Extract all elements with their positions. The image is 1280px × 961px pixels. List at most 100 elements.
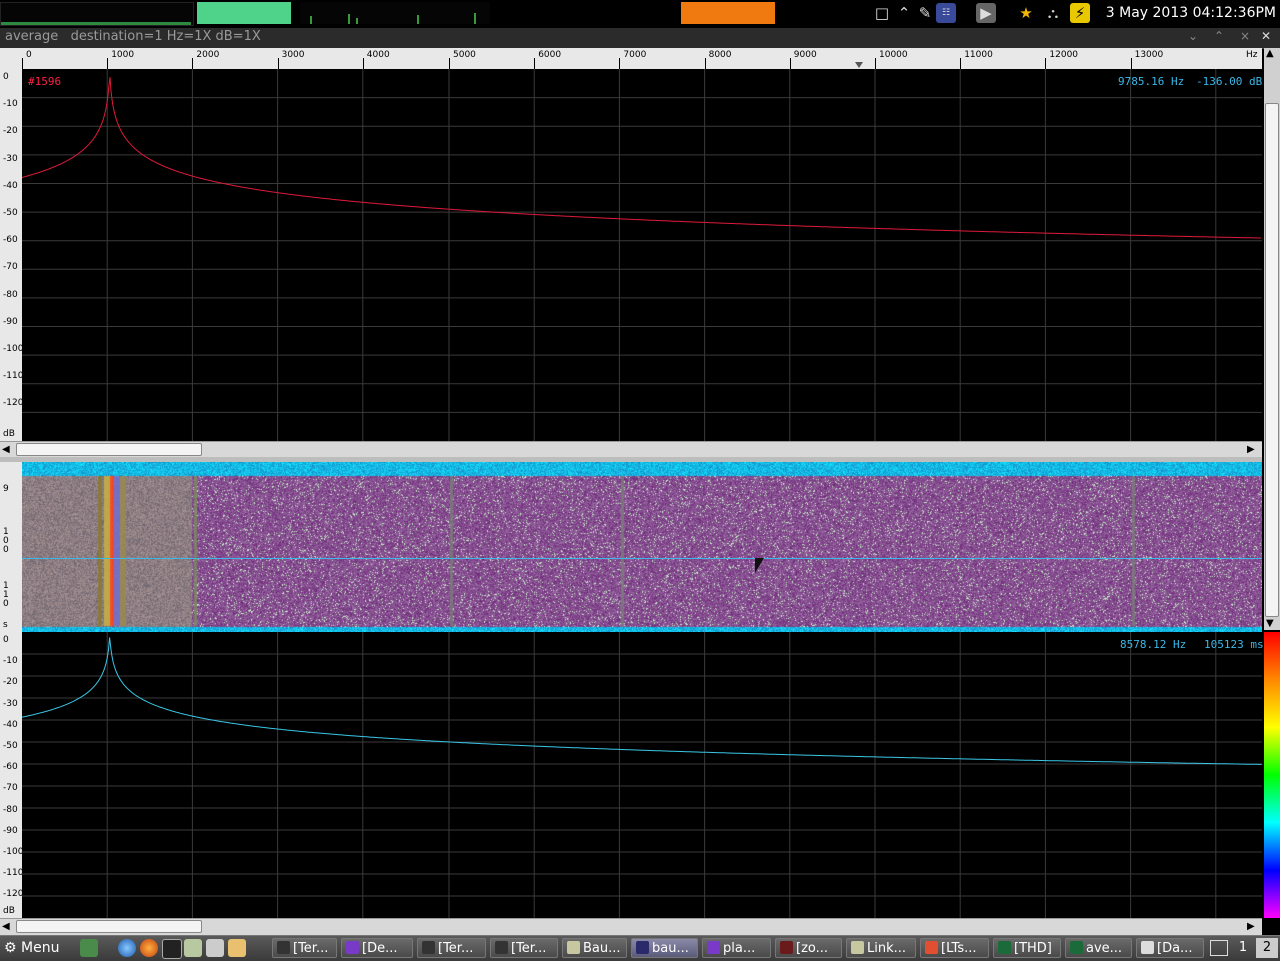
waterfall-canvas (22, 462, 1262, 632)
folder-icon[interactable] (184, 939, 202, 957)
scroll-left-arrow[interactable]: ◀ (2, 921, 10, 933)
show-desktop-icon[interactable] (1210, 940, 1228, 956)
cursor-time: 105123 ms (1204, 638, 1264, 651)
time-tick: 110 (3, 581, 9, 609)
menu-button[interactable]: ⚙ Menu (4, 938, 59, 958)
y-tick-label: -110 (3, 868, 24, 879)
y-tick-label: -80 (3, 804, 18, 815)
y-tick-label: -40 (3, 719, 18, 730)
y-tick-label: -30 (3, 698, 18, 709)
x-tick-mark (619, 58, 621, 69)
firefox-icon[interactable] (140, 939, 158, 957)
network-icon[interactable]: ☷ (936, 3, 956, 23)
scroll-thumb[interactable] (1265, 103, 1279, 617)
close-icon[interactable]: ✕ (1261, 29, 1271, 43)
taskbar-item[interactable]: Bau... (562, 938, 627, 958)
scroll-thumb-h[interactable] (16, 443, 202, 456)
taskbar-item[interactable]: [zo... (775, 938, 842, 958)
calculator-icon[interactable] (206, 939, 224, 957)
terminal-icon[interactable] (162, 939, 182, 959)
y-unit-label: dB (3, 429, 15, 439)
y-unit-label: s (3, 620, 8, 630)
globe-icon[interactable] (118, 939, 136, 957)
play-icon[interactable]: ▶ (976, 3, 996, 23)
taskbar-item[interactable]: [Ter... (272, 938, 337, 958)
taskbar-item[interactable]: Link... (846, 938, 916, 958)
y-tick-label: -10 (3, 656, 18, 667)
taskbar-item[interactable]: [Da... (1136, 938, 1204, 958)
clock[interactable]: 3 May 2013 04:12:36PM (1106, 5, 1276, 21)
chevron-up-icon[interactable]: ⌃ (894, 3, 914, 23)
scroll-right-arrow[interactable]: ▶ (1247, 444, 1255, 456)
pen-icon[interactable]: ✎ (915, 3, 935, 23)
taskbar-item-label: [Ter... (293, 941, 329, 956)
scroll-left-arrow[interactable]: ◀ (2, 444, 10, 456)
frequency-ruler: 0 1000 2000 3000 4000 5000 6000 7000 8000 9000 100… (0, 48, 1262, 69)
play-icon (346, 941, 359, 954)
x-tick-label: 9000 (793, 50, 817, 60)
cpu-graph (0, 2, 194, 26)
taskbar-item[interactable]: ave... (1065, 938, 1132, 958)
x-tick-label: 5000 (453, 50, 476, 60)
taskbar-item[interactable]: [Ter... (490, 938, 558, 958)
workspace-2[interactable]: 2 (1256, 938, 1278, 958)
scroll-down-arrow[interactable]: ▼ (1266, 618, 1274, 630)
taskbar-item[interactable]: [LTs... (920, 938, 989, 958)
spectrum-plot-top[interactable]: #1596 9785.16 Hz -136.00 dB (22, 69, 1262, 441)
taskbar-item[interactable]: pla... (702, 938, 771, 958)
taskbar-item[interactable]: [De... (341, 938, 413, 958)
trace-label: #1596 (28, 75, 62, 88)
star-icon[interactable]: ★ (1016, 3, 1036, 23)
taskbar-item[interactable]: [Ter... (417, 938, 486, 958)
x-unit-label: Hz (1246, 50, 1258, 60)
time-tick: 100 (3, 527, 9, 555)
load-indicator (681, 2, 775, 24)
x-tick-label: 2000 (196, 50, 220, 60)
scroll-thumb-h[interactable] (16, 920, 202, 933)
scroll-right-arrow[interactable]: ▶ (1247, 921, 1255, 933)
db-ruler-bottom: 0 -10 -20 -30 -40 -50 -60 -70 -80 -90 -100 -110 -120… (0, 632, 24, 918)
horizontal-scrollbar-top[interactable]: ◀ ▶ (0, 441, 1262, 458)
taskbar-item-label: [zo... (796, 941, 829, 956)
shield-icon[interactable]: ⛬ (1043, 3, 1063, 23)
y-tick-label: -110 (3, 371, 24, 382)
play-icon (707, 941, 720, 954)
taskbar-item-label: [LTs... (941, 941, 977, 956)
x-tick-label: 4000 (366, 50, 390, 60)
horizontal-scrollbar-bottom[interactable]: ◀ ▶ (0, 918, 1262, 935)
desktop-icon[interactable] (80, 939, 98, 957)
zotero-icon (780, 941, 793, 954)
y-tick-label: -120 (3, 398, 24, 409)
y-tick-label: -50 (3, 741, 18, 751)
x-tick-mark (704, 58, 706, 69)
power-icon[interactable]: ⚡ (1070, 3, 1090, 23)
window-titlebar[interactable]: average destination=1 Hz=1X dB=1X ⌄ ⌃ × … (0, 28, 1280, 49)
gear-icon: ⚙ (4, 940, 17, 956)
editor-icon[interactable] (228, 939, 246, 957)
spectrum-plot-bottom[interactable]: 8578.12 Hz 105123 ms (22, 632, 1264, 918)
taskbar-item-label: [Da... (1157, 941, 1193, 956)
browser-icon (925, 941, 938, 954)
waterfall-plot[interactable] (22, 462, 1262, 632)
scroll-up-arrow[interactable]: ▲ (1266, 48, 1274, 60)
x-tick-label: 1000 (111, 50, 135, 60)
taskbar-item[interactable]: [THD] (993, 938, 1061, 958)
x-tick-label: 13000 (1134, 50, 1164, 60)
minimize-icon[interactable]: × (1240, 29, 1250, 43)
x-tick-label: 12000 (1049, 50, 1079, 60)
taskbar-item-label: ave... (1086, 941, 1123, 956)
chevron-down-icon[interactable]: ⌄ (1188, 29, 1198, 43)
window-icon[interactable]: □ (872, 3, 892, 23)
cursor-line (22, 558, 1262, 559)
terminal-icon (422, 941, 435, 954)
workspace-1[interactable]: 1 (1232, 938, 1254, 958)
chart-icon (998, 941, 1011, 954)
y-tick-label: -60 (3, 762, 18, 773)
x-tick-mark (362, 58, 364, 69)
x-tick-mark (1130, 58, 1132, 69)
y-tick-label: 0 (3, 635, 9, 645)
chevron-up-icon[interactable]: ⌃ (1214, 29, 1224, 43)
chart-icon (1070, 941, 1083, 954)
vertical-scrollbar[interactable]: ▲ ▼ (1264, 48, 1280, 630)
taskbar-item[interactable]: bau... (631, 938, 698, 958)
